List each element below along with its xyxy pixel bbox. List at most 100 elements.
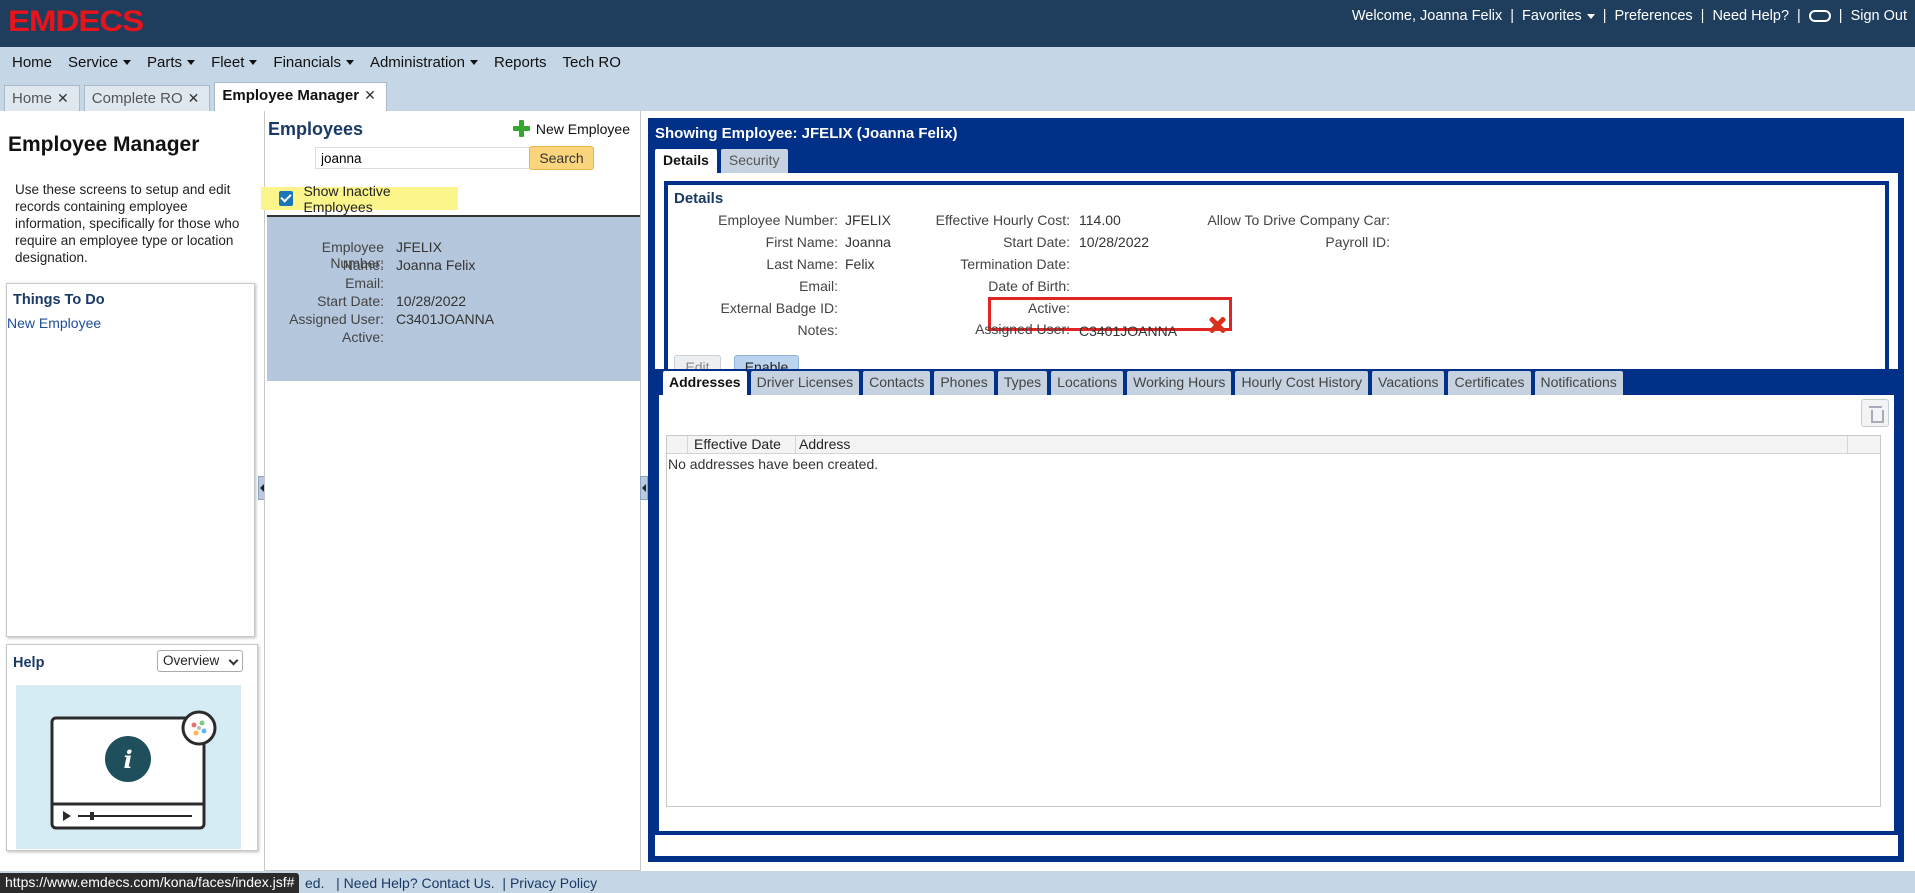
external-badge-label: External Badge ID: [720,300,838,316]
menu-parts[interactable]: Parts [139,54,203,71]
detail-subtabs: Addresses Driver Licenses Contacts Phone… [663,371,1627,395]
show-inactive-checkbox[interactable] [279,191,294,206]
caret-down-icon [123,60,132,66]
subtab-driver-licenses[interactable]: Driver Licenses [750,371,860,395]
subtab-types[interactable]: Types [997,371,1048,395]
menu-fleet[interactable]: Fleet [203,54,265,71]
show-inactive-toggle[interactable]: Show Inactive Employees [261,183,458,215]
caret-down-icon [345,60,354,66]
help-title: Help [13,655,45,671]
new-employee-button[interactable]: New Employee [512,120,630,137]
subtab-notifications[interactable]: Notifications [1534,371,1623,395]
top-bar: EMDECS Welcome, Joanna Felix | Favorites |… [0,0,1915,47]
emdecs-logo[interactable]: EMDECS [8,4,180,38]
close-icon[interactable]: ✕ [57,90,69,106]
employee-number-value: JFELIX [845,212,891,228]
remove-assigned-user-icon[interactable] [1207,315,1227,335]
menu-service[interactable]: Service [60,54,139,71]
page-title: Employee Manager [8,133,200,156]
employees-title: Employees [268,119,364,139]
footer-need-help-link[interactable]: Need Help? Contact Us. [344,875,495,891]
start-date-label: Start Date: [317,293,384,309]
hourly-cost-value: 114.00 [1079,212,1121,228]
address-column-header[interactable]: Address [796,436,1848,453]
footer-copyright: ed. [305,875,325,891]
svg-text:i: i [123,745,132,774]
active-label: Active: [341,329,384,345]
employee-result-card[interactable]: Employee Number: JFELIX Name: Joanna Felix… [267,215,640,381]
need-help-link[interactable]: Need Help? [1704,8,1797,24]
menu-home[interactable]: Home [4,54,60,71]
help-topic-select[interactable]: Overview [157,650,243,672]
subtab-addresses[interactable]: Addresses [663,371,747,395]
things-to-do-title: Things To Do [13,292,105,308]
caret-down-icon [187,60,196,66]
chevron-down-icon [228,655,239,666]
favorites-menu[interactable]: Favorites [1514,8,1603,24]
tab-employee-manager[interactable]: Employee Manager ✕ [214,82,387,111]
name-value: Joanna Felix [396,257,476,273]
plus-icon [512,120,530,137]
subtab-locations[interactable]: Locations [1051,371,1124,395]
sign-out-link[interactable]: Sign Out [1843,8,1915,24]
tab-complete-ro[interactable]: Complete RO ✕ [83,85,211,111]
close-icon[interactable]: ✕ [364,87,376,103]
caret-down-icon [470,60,478,66]
first-name-label: First Name: [765,234,838,250]
subtab-contacts[interactable]: Contacts [863,371,931,395]
employee-detail-panel: Showing Employee: JFELIX (Joanna Felix) … [648,118,1904,862]
trash-icon[interactable] [1861,399,1889,427]
first-name-value: Joanna [845,234,891,250]
page-description: Use these screens to setup and edit reco… [15,182,240,265]
chat-icon[interactable] [1801,8,1839,24]
employee-search-input[interactable] [315,147,531,169]
hourly-cost-label: Effective Hourly Cost: [935,212,1070,228]
employee-number-label: Employee Number: [718,212,838,228]
menu-financials[interactable]: Financials [265,54,362,71]
subtab-hourly-cost-history[interactable]: Hourly Cost History [1235,371,1369,395]
new-employee-link[interactable]: New Employee [7,315,101,331]
preferences-link[interactable]: Preferences [1606,8,1700,24]
subtab-phones[interactable]: Phones [934,371,994,395]
left-panel: Employee Manager Use these screens to se… [0,111,260,871]
help-video-thumbnail[interactable]: i [16,685,241,849]
menu-reports[interactable]: Reports [486,54,555,71]
last-name-label: Last Name: [766,256,838,272]
subtab-certificates[interactable]: Certificates [1448,371,1531,395]
page-tabs: Home ✕ Complete RO ✕ Employee Manager ✕ [0,82,387,111]
subtab-working-hours[interactable]: Working Hours [1127,371,1232,395]
detail-body: Details Employee Number: JFELIX First Na… [655,173,1898,856]
detail-title: Showing Employee: JFELIX (Joanna Felix) [655,125,958,142]
menu-tech-ro[interactable]: Tech RO [555,54,629,71]
payroll-id-label: Payroll ID: [1325,234,1390,250]
employees-panel: Employees New Employee Search Show Inact… [261,111,641,871]
effective-date-column-header[interactable]: Effective Date [688,436,796,453]
detail-tabs: Details Security [655,149,792,173]
subtab-vacations[interactable]: Vacations [1372,371,1445,395]
addresses-table-header: Effective Date Address [667,436,1880,454]
show-inactive-label: Show Inactive Employees [303,182,391,215]
details-section: Details Employee Number: JFELIX First Na… [664,181,1889,381]
main-menu: Home Service Parts Fleet Financials Admi… [0,47,1915,77]
name-label: Name: [342,257,384,273]
help-panel: Help Overview i [6,644,258,851]
tab-security[interactable]: Security [720,149,788,173]
caret-down-icon [1586,13,1595,19]
assigned-user-label: Assigned User: [975,321,1070,337]
addresses-empty-message: No addresses have been created. [668,456,879,472]
close-icon[interactable]: ✕ [188,90,200,106]
date-of-birth-label: Date of Birth: [988,278,1070,294]
tab-home[interactable]: Home ✕ [4,85,80,111]
last-name-value: Felix [845,256,875,272]
footer-privacy-link[interactable]: Privacy Policy [510,875,597,891]
notes-label: Notes: [797,322,838,338]
tab-details[interactable]: Details [655,149,717,173]
status-bar-url: https://www.emdecs.com/kona/faces/index.… [0,873,300,893]
content-area: Employee Manager Use these screens to se… [0,111,1915,871]
collapse-middle-handle[interactable] [640,476,648,500]
assigned-user-label: Assigned User: [289,311,384,327]
search-button[interactable]: Search [529,146,594,170]
select-column-header[interactable] [667,436,688,453]
menu-administration[interactable]: Administration [362,54,486,71]
things-to-do-panel: Things To Do New Employee [6,283,255,637]
